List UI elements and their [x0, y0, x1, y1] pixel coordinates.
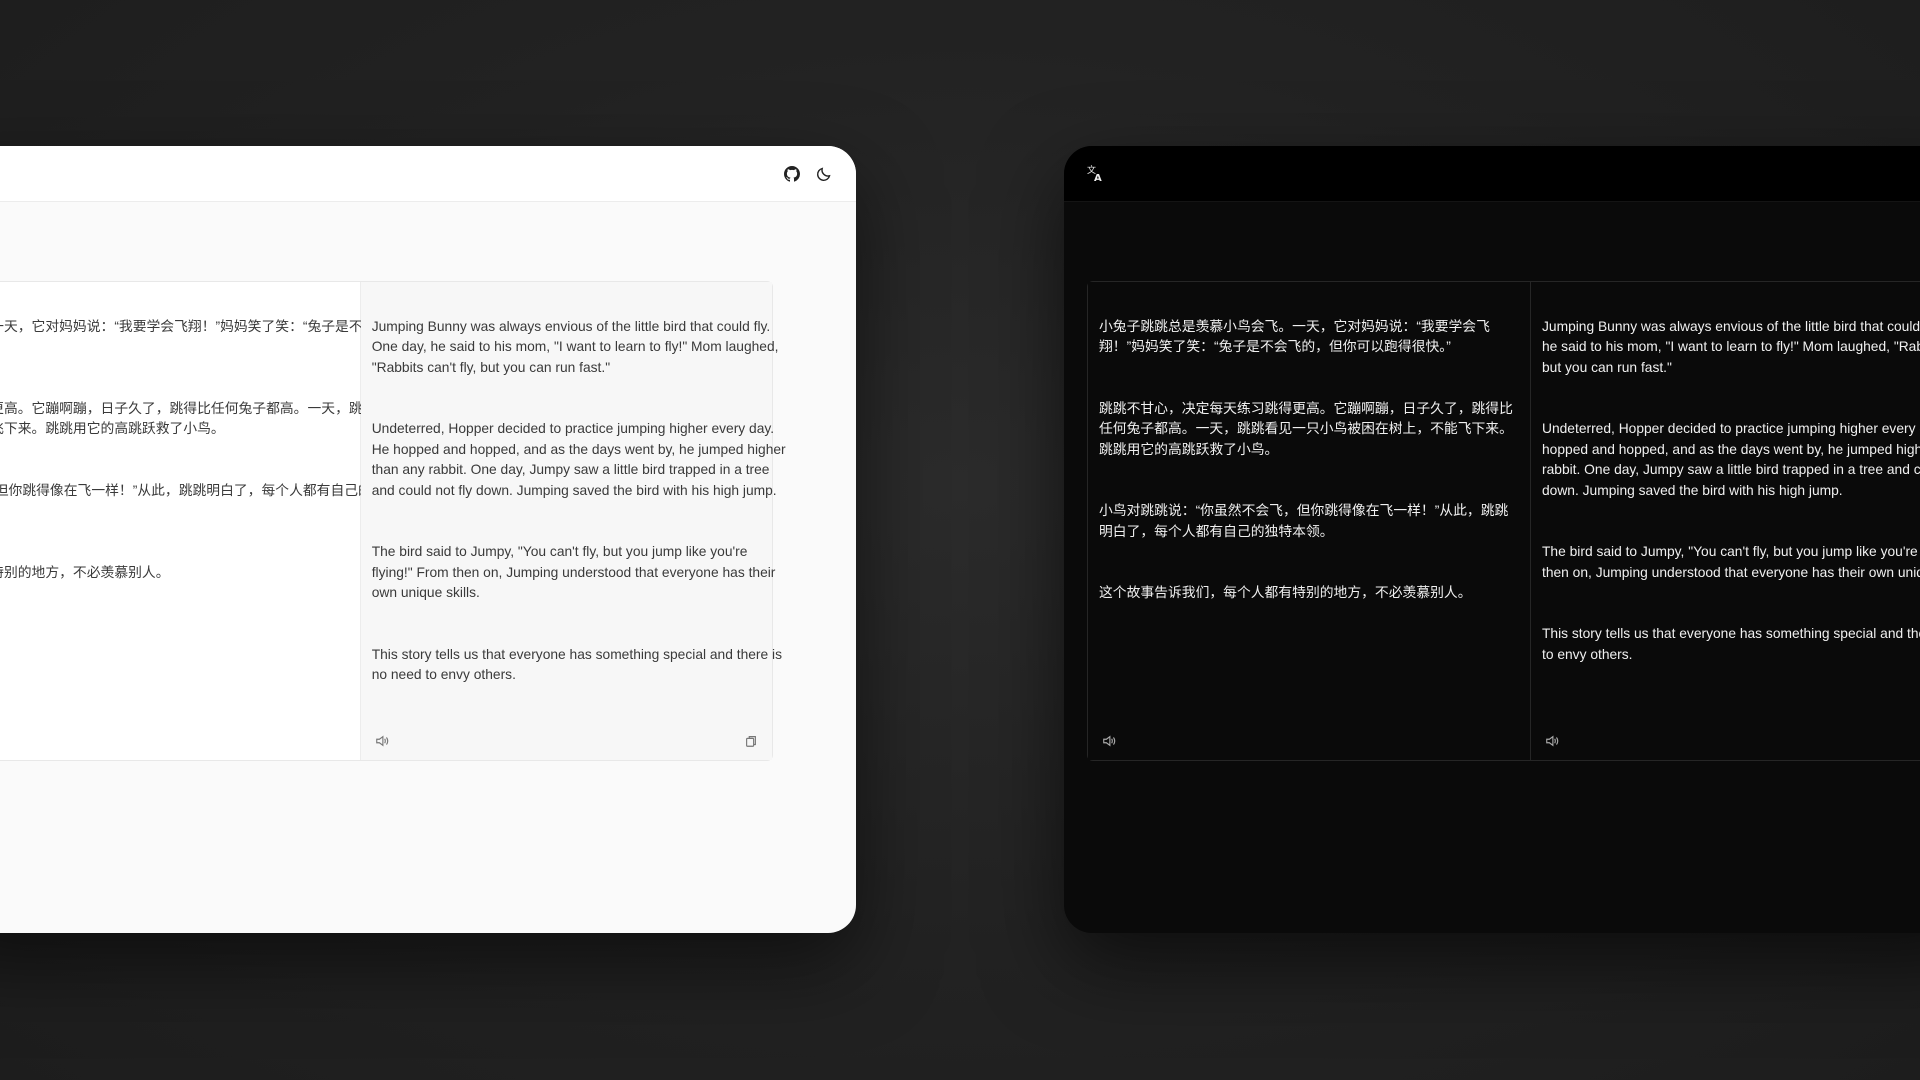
- source-paragraph: 小兔子跳跳总是羡慕小鸟会飞。一天，它对妈妈说：“我要学会飞翔！”妈妈笑了笑：“兔…: [1099, 318, 1490, 355]
- translation-panels: 小兔子跳跳总是羡慕小鸟会飞。一天，它对妈妈说：“我要学会飞翔！”妈妈笑了笑：“兔…: [1087, 281, 1920, 761]
- source-paragraph: 小兔子跳跳总是羡慕小鸟会飞。一天，它对妈妈说：“我要学会飞翔！”妈妈笑了笑：“兔…: [0, 318, 376, 334]
- translation-panels: 小兔子跳跳总是羡慕小鸟会飞。一天，它对妈妈说：“我要学会飞翔！”妈妈笑了笑：“兔…: [0, 281, 786, 761]
- translate-icon[interactable]: 文 A: [1086, 163, 1106, 184]
- copy-icon[interactable]: [741, 731, 761, 751]
- target-text: Jumping Bunny was always envious of the …: [1542, 296, 1920, 706]
- showcase-stage: 小兔子跳跳总是羡慕小鸟会飞。一天，它对妈妈说：“我要学会飞翔！”妈妈笑了笑：“兔…: [0, 0, 1920, 1080]
- target-paragraph: The bird said to Jumpy, "You can't fly, …: [371, 544, 776, 600]
- source-text[interactable]: 小兔子跳跳总是羡慕小鸟会飞。一天，它对妈妈说：“我要学会飞翔！”妈妈笑了笑：“兔…: [1099, 296, 1519, 645]
- target-paragraph: This story tells us that everyone has so…: [371, 646, 782, 683]
- app-header: [0, 146, 856, 202]
- header-actions: [782, 146, 834, 201]
- source-pane: 小兔子跳跳总是羡慕小鸟会飞。一天，它对妈妈说：“我要学会飞翔！”妈妈笑了笑：“兔…: [1088, 282, 1531, 760]
- source-text[interactable]: 小兔子跳跳总是羡慕小鸟会飞。一天，它对妈妈说：“我要学会飞翔！”妈妈笑了笑：“兔…: [0, 296, 381, 624]
- light-theme-window: 小兔子跳跳总是羡慕小鸟会飞。一天，它对妈妈说：“我要学会飞翔！”妈妈笑了笑：“兔…: [0, 146, 856, 933]
- source-pane: 小兔子跳跳总是羡慕小鸟会飞。一天，它对妈妈说：“我要学会飞翔！”妈妈笑了笑：“兔…: [0, 282, 376, 760]
- source-paragraph: 跳跳不甘心，决定每天练习跳得更高。它蹦啊蹦，日子久了，跳得比任何兔子都高。一天，…: [1099, 400, 1513, 457]
- target-paragraph: Undeterred, Hopper decided to practice j…: [1542, 421, 1920, 498]
- speaker-icon[interactable]: [1099, 731, 1119, 751]
- target-text: Jumping Bunny was always envious of the …: [372, 296, 792, 727]
- target-pane: Jumping Bunny was always envious of the …: [1531, 282, 1920, 760]
- source-paragraph: 小鸟对跳跳说：“你虽然不会飞，但你跳得像在飞一样！”从此，跳跳明白了，每个人都有…: [1099, 503, 1509, 539]
- source-paragraph: 跳跳不甘心，决定每天练习跳得更高。它蹦啊蹦，日子久了，跳得比任何兔子都高。一天，…: [0, 400, 376, 437]
- speaker-icon[interactable]: [372, 731, 392, 751]
- target-tools: [1542, 732, 1920, 750]
- target-pane: Jumping Bunny was always envious of the …: [360, 282, 786, 760]
- github-icon[interactable]: [782, 164, 802, 184]
- target-paragraph: The bird said to Jumpy, "You can't fly, …: [1542, 544, 1920, 580]
- target-paragraph: Jumping Bunny was always envious of the …: [371, 318, 779, 375]
- source-paragraph: 这个故事告诉我们，每个人都有特别的地方，不必羡慕别人。: [0, 564, 170, 580]
- svg-text:A: A: [1094, 173, 1102, 183]
- speaker-icon[interactable]: [1542, 731, 1562, 751]
- moon-icon[interactable]: [814, 164, 834, 184]
- target-tools: [372, 732, 761, 750]
- target-paragraph: This story tells us that everyone has so…: [1542, 626, 1920, 662]
- source-paragraph: 这个故事告诉我们，每个人都有特别的地方，不必羡慕别人。: [1099, 585, 1472, 600]
- dark-theme-window: 文 A 小兔子跳跳总是羡慕小鸟会飞。一天，它对妈妈说：“我要学会飞翔！”妈妈笑了…: [1064, 146, 1920, 933]
- target-paragraph: Jumping Bunny was always envious of the …: [1542, 318, 1920, 375]
- app-header: 文 A: [1064, 146, 1920, 202]
- source-paragraph: 小鸟对跳跳说：“你虽然不会飞，但你跳得像在飞一样！”从此，跳跳明白了，每个人都有…: [0, 482, 372, 498]
- source-tools: [1099, 732, 1519, 750]
- target-paragraph: Undeterred, Hopper decided to practice j…: [371, 421, 786, 498]
